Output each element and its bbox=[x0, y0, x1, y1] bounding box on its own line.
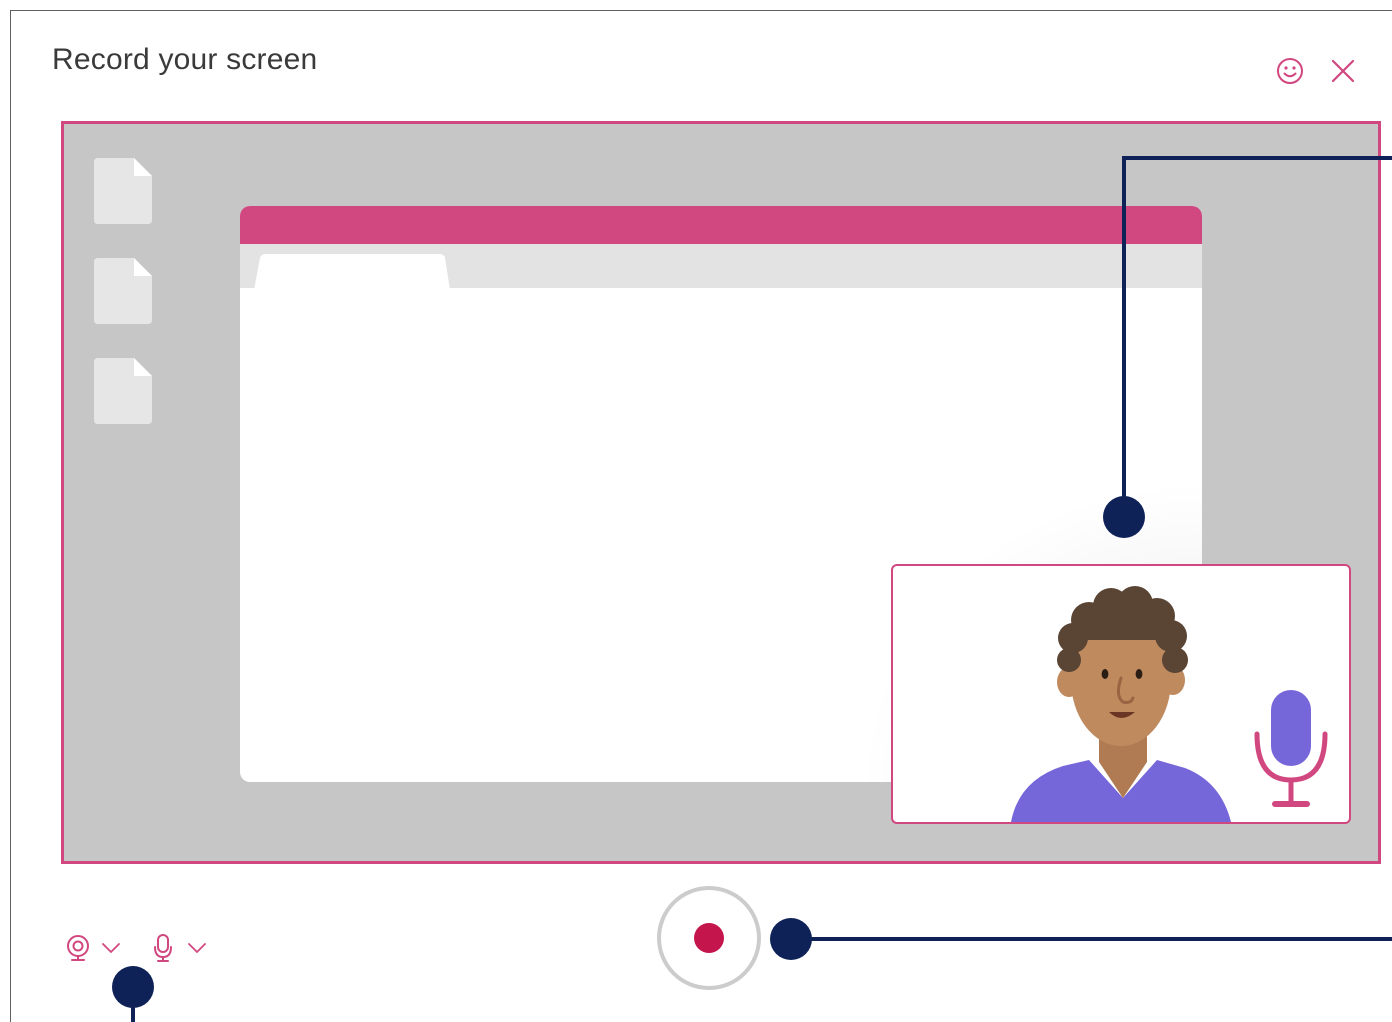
annotation-line-camera-top bbox=[1122, 156, 1392, 160]
record-button[interactable] bbox=[657, 886, 761, 990]
annotation-dot-devices bbox=[112, 966, 154, 1008]
screen-preview bbox=[61, 121, 1381, 864]
camera-select-button[interactable] bbox=[65, 930, 123, 966]
dialog-title: Record your screen bbox=[52, 43, 318, 76]
smiley-feedback-icon bbox=[1277, 58, 1303, 84]
microphone-select-button[interactable] bbox=[153, 930, 209, 966]
file-icon bbox=[94, 158, 152, 224]
chevron-down-icon bbox=[102, 943, 120, 953]
close-icon bbox=[1331, 59, 1355, 83]
close-button[interactable] bbox=[1327, 55, 1359, 87]
annotation-dot-record bbox=[770, 918, 812, 960]
feedback-button[interactable] bbox=[1274, 55, 1306, 87]
browser-tab bbox=[254, 254, 450, 290]
chevron-down-icon bbox=[188, 943, 206, 953]
record-screen-dialog: Record your screen bbox=[10, 10, 1392, 1022]
record-icon bbox=[694, 923, 724, 953]
avatar-person bbox=[1011, 586, 1231, 822]
file-icon bbox=[94, 358, 152, 424]
browser-title-bar bbox=[240, 206, 1202, 244]
file-icon bbox=[94, 258, 152, 324]
camera-preview bbox=[891, 564, 1351, 824]
annotation-line-camera bbox=[1122, 156, 1126, 518]
microphone-icon bbox=[154, 934, 172, 962]
microphone-icon bbox=[1254, 690, 1328, 807]
webcam-icon bbox=[67, 935, 89, 961]
camera-illustration bbox=[1011, 586, 1328, 822]
annotation-line-record bbox=[801, 937, 1392, 941]
annotation-dot-camera bbox=[1103, 496, 1145, 538]
screen-recorder-page: Record your screen bbox=[0, 0, 1392, 1022]
browser-tab-strip bbox=[240, 244, 1202, 290]
